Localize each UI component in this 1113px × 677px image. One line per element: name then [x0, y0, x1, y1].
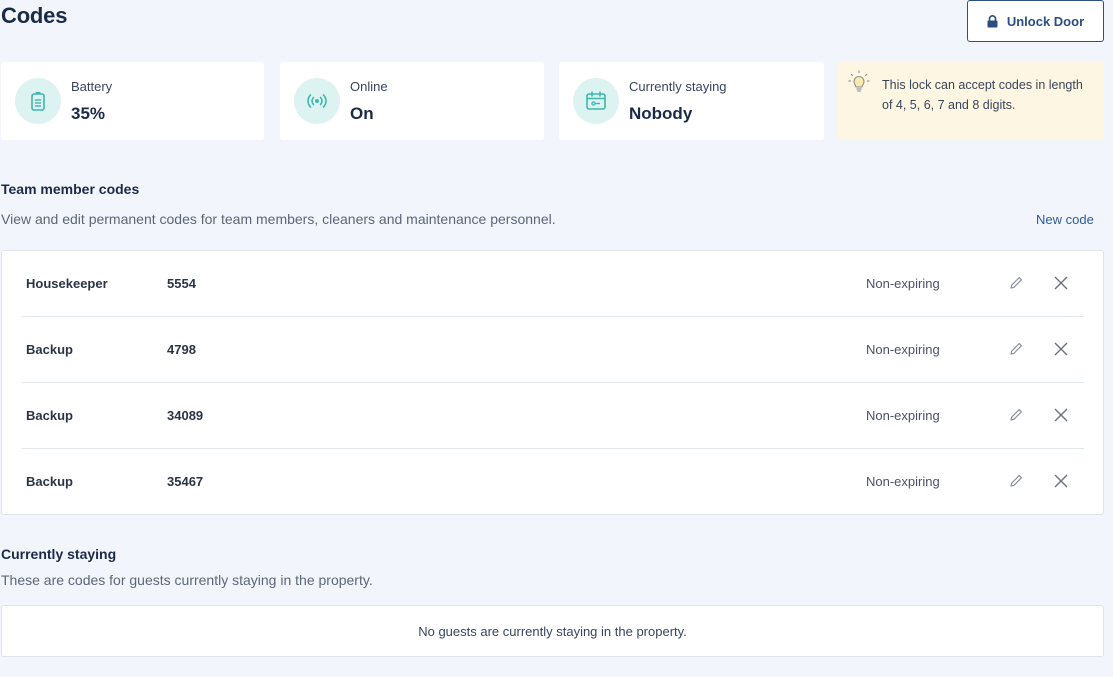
close-icon[interactable]	[1051, 339, 1071, 359]
table-row: Backup 4798 Non-expiring	[22, 317, 1084, 383]
calendar-icon	[573, 78, 619, 124]
code-value: 35467	[167, 474, 204, 489]
signal-icon	[294, 78, 340, 124]
code-expiry: Non-expiring	[866, 408, 940, 423]
code-value: 4798	[167, 342, 196, 357]
code-value: 5554	[167, 276, 196, 291]
close-icon[interactable]	[1051, 405, 1071, 425]
close-icon[interactable]	[1051, 273, 1071, 293]
battery-label: Battery	[71, 79, 113, 94]
currently-staying-value: Nobody	[629, 104, 693, 123]
code-name: Backup	[26, 408, 73, 423]
codes-page: Codes Unlock Door Battery 35% Online On …	[0, 0, 1113, 677]
team-codes-description: View and edit permanent codes for team m…	[1, 211, 556, 227]
code-expiry: Non-expiring	[866, 474, 940, 489]
edit-icon[interactable]	[1006, 339, 1026, 359]
code-expiry: Non-expiring	[866, 342, 940, 357]
battery-card: Battery 35%	[1, 62, 264, 140]
table-row: Backup 35467 Non-expiring	[22, 449, 1084, 515]
code-expiry: Non-expiring	[866, 276, 940, 291]
currently-staying-description: These are codes for guests currently sta…	[1, 572, 373, 588]
battery-icon	[15, 78, 61, 124]
close-icon[interactable]	[1051, 471, 1071, 491]
currently-staying-card: Currently staying Nobody	[559, 62, 824, 140]
page-title: Codes	[1, 3, 68, 28]
empty-state-message: No guests are currently staying in the p…	[418, 623, 687, 639]
team-codes-title: Team member codes	[1, 181, 140, 197]
team-codes-table: Housekeeper 5554 Non-expiring Backup 479…	[1, 250, 1104, 515]
code-length-tip: This lock can accept codes in length of …	[838, 62, 1104, 140]
currently-staying-empty-state: No guests are currently staying in the p…	[1, 605, 1104, 657]
new-code-link[interactable]: New code	[1036, 212, 1094, 227]
edit-icon[interactable]	[1006, 405, 1026, 425]
code-name: Backup	[26, 474, 73, 489]
online-card: Online On	[280, 62, 544, 140]
currently-staying-label: Currently staying	[629, 79, 727, 94]
code-name: Backup	[26, 342, 73, 357]
table-row: Backup 34089 Non-expiring	[22, 383, 1084, 449]
tip-text: This lock can accept codes in length of …	[882, 78, 1083, 112]
online-value: On	[350, 104, 374, 123]
lock-icon	[987, 14, 998, 28]
unlock-door-button[interactable]: Unlock Door	[967, 0, 1104, 42]
currently-staying-title: Currently staying	[1, 546, 117, 562]
table-row: Housekeeper 5554 Non-expiring	[22, 251, 1084, 317]
lightbulb-icon	[848, 70, 870, 99]
unlock-door-label: Unlock Door	[1006, 13, 1085, 29]
code-name: Housekeeper	[26, 276, 108, 291]
code-value: 34089	[167, 408, 204, 423]
edit-icon[interactable]	[1006, 273, 1026, 293]
online-label: Online	[350, 79, 388, 94]
edit-icon[interactable]	[1006, 471, 1026, 491]
battery-value: 35%	[71, 104, 106, 123]
